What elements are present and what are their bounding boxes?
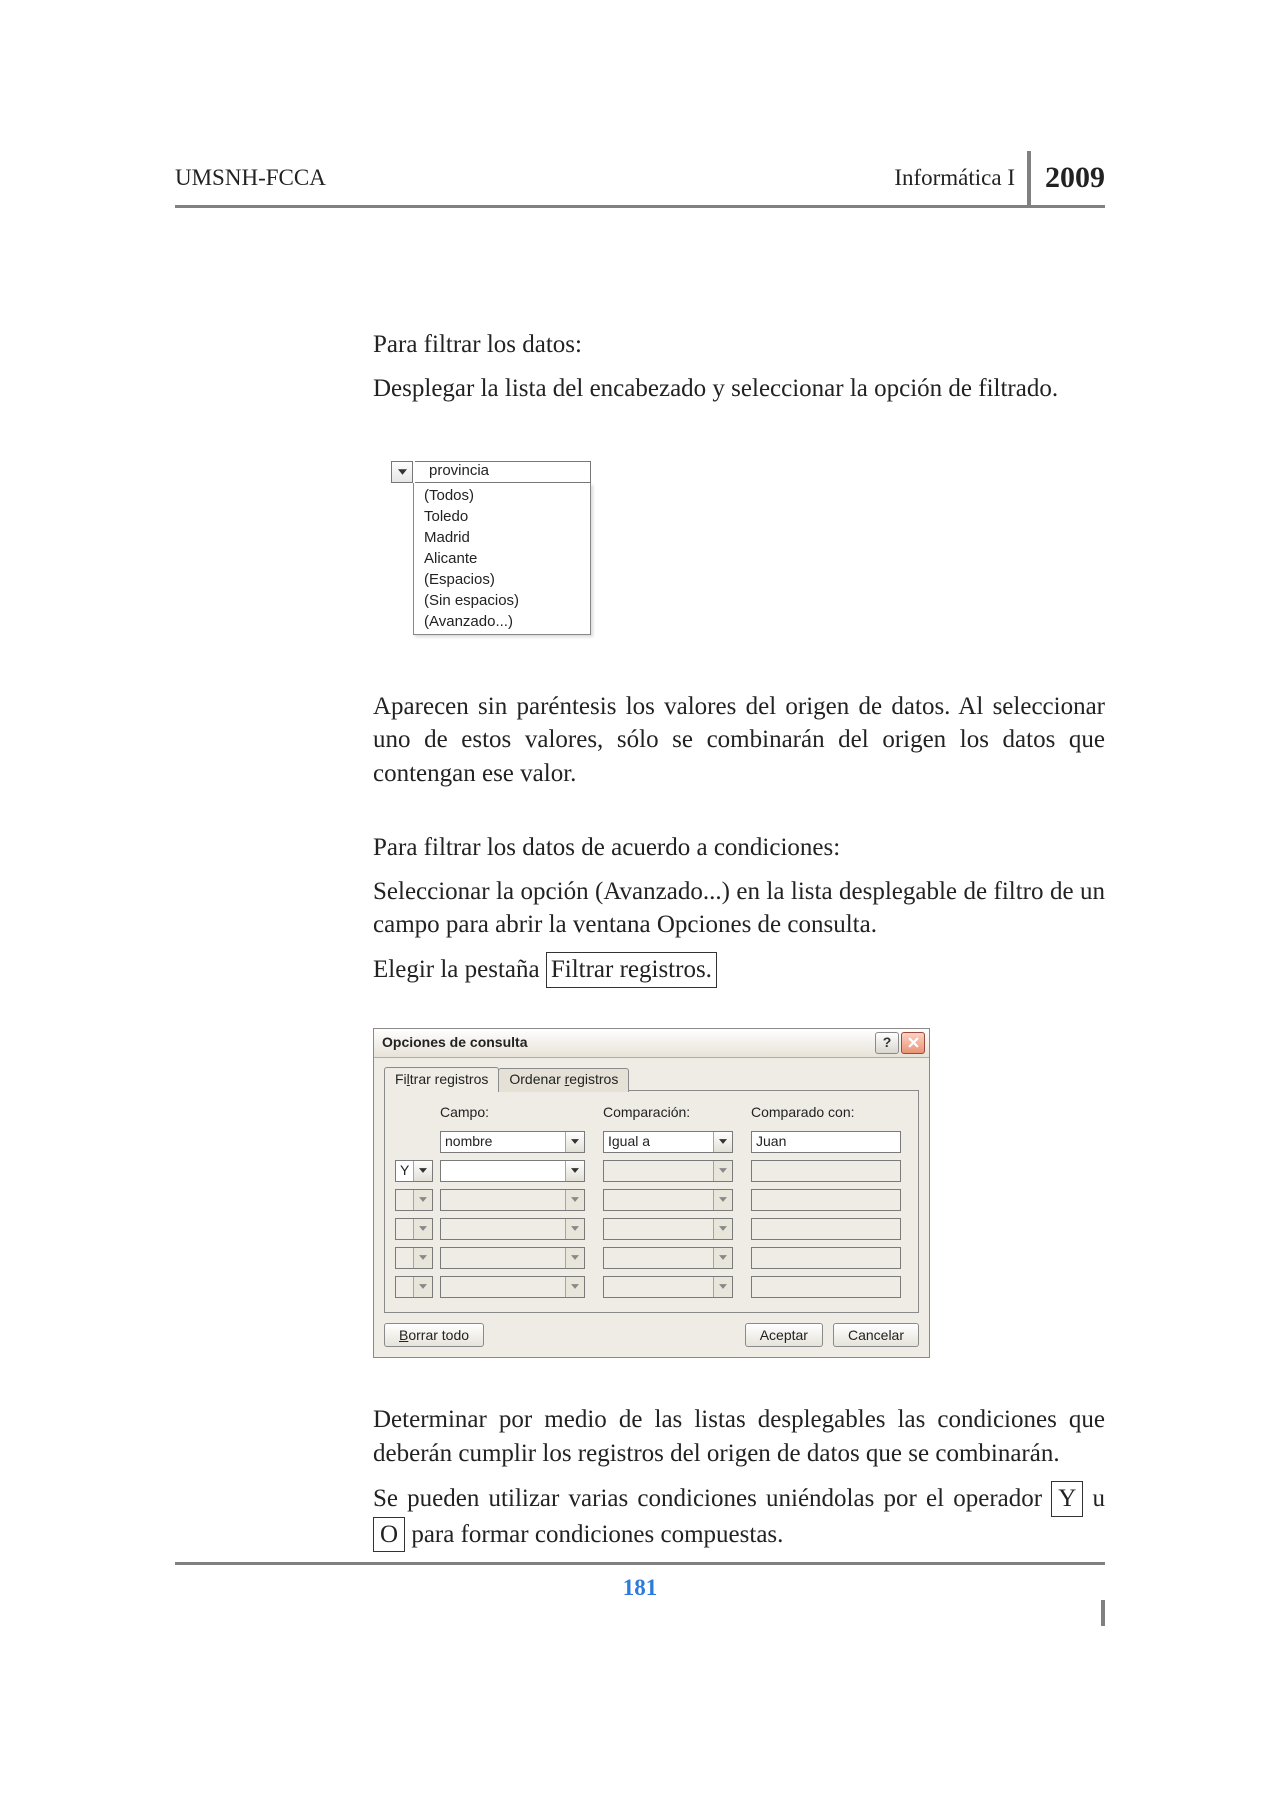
chevron-down-icon	[398, 469, 407, 475]
paragraph: Elegir la pestaña Filtrar registros.	[373, 952, 1105, 988]
chevron-down-icon	[419, 1226, 427, 1231]
dropdown-item[interactable]: (Sin espacios)	[414, 590, 590, 611]
comparison-select-disabled	[603, 1160, 733, 1182]
dropdown-item[interactable]: (Avanzado...)	[414, 611, 590, 632]
paragraph: Seleccionar la opción (Avanzado...) en l…	[373, 875, 1105, 943]
value-input-disabled	[751, 1218, 901, 1240]
page-footer: 181	[175, 1562, 1105, 1601]
paragraph: Se pueden utilizar varias condiciones un…	[373, 1481, 1105, 1553]
chevron-down-icon	[571, 1197, 579, 1202]
logic-select[interactable]: Y	[395, 1160, 433, 1182]
chevron-down-icon	[571, 1255, 579, 1260]
field-select[interactable]	[440, 1160, 585, 1182]
clear-all-button[interactable]: Borrar todo	[384, 1323, 484, 1348]
footer-tick	[1101, 1600, 1105, 1626]
chevron-down-icon	[419, 1168, 427, 1173]
logic-select-disabled	[395, 1189, 433, 1211]
dropdown-toggle-button[interactable]	[391, 461, 413, 483]
close-icon	[908, 1037, 919, 1048]
header-course: Informática I	[894, 165, 1015, 205]
text: Se pueden utilizar varias condiciones un…	[373, 1485, 1051, 1512]
chevron-down-icon	[571, 1139, 579, 1144]
chevron-down-icon	[719, 1255, 727, 1260]
logic-select-disabled	[395, 1218, 433, 1240]
value-input-disabled	[751, 1189, 901, 1211]
tab-sort-records[interactable]: Ordenar registros	[498, 1068, 629, 1092]
paragraph: Aparecen sin paréntesis los valores del …	[373, 690, 1105, 791]
operator-box-o: O	[373, 1517, 405, 1553]
text: para formar condiciones compuestas.	[405, 1521, 783, 1548]
dropdown-header-label: provincia	[429, 461, 489, 481]
dropdown-item[interactable]: Alicante	[414, 548, 590, 569]
field-select-disabled	[440, 1276, 585, 1298]
dropdown-item[interactable]: Madrid	[414, 527, 590, 548]
page-number: 181	[623, 1575, 658, 1600]
column-label-comparison: Comparación:	[603, 1103, 733, 1124]
help-button[interactable]: ?	[875, 1032, 899, 1054]
chevron-down-icon	[419, 1284, 427, 1289]
page-header: UMSNH-FCCA Informática I 2009	[175, 155, 1105, 208]
chevron-down-icon	[419, 1197, 427, 1202]
filter-dropdown-figure: provincia (Todos) Toledo Madrid Alicante…	[391, 461, 591, 635]
close-button[interactable]	[901, 1032, 925, 1054]
paragraph: Desplegar la lista del encabezado y sele…	[373, 372, 1105, 406]
filter-panel: Campo: Comparación: Comparado con: nombr…	[384, 1090, 919, 1313]
chevron-down-icon	[719, 1168, 727, 1173]
comparison-select[interactable]: Igual a	[603, 1131, 733, 1153]
chevron-down-icon	[571, 1168, 579, 1173]
dialog-titlebar: Opciones de consulta ?	[374, 1029, 929, 1058]
comparison-select-disabled	[603, 1189, 733, 1211]
tab-filter-records[interactable]: Filtrar registros	[384, 1067, 499, 1091]
query-options-dialog: Opciones de consulta ? Filtrar registros…	[373, 1028, 930, 1359]
chevron-down-icon	[719, 1197, 727, 1202]
chevron-down-icon	[571, 1226, 579, 1231]
text: u	[1083, 1485, 1105, 1512]
paragraph: Determinar por medio de las listas despl…	[373, 1403, 1105, 1471]
dropdown-item[interactable]: (Espacios)	[414, 569, 590, 590]
text: Elegir la pestaña	[373, 956, 546, 983]
comparison-select-disabled	[603, 1276, 733, 1298]
paragraph: Para filtrar los datos:	[373, 328, 1105, 362]
dropdown-list: (Todos) Toledo Madrid Alicante (Espacios…	[413, 483, 591, 635]
chevron-down-icon	[419, 1255, 427, 1260]
column-label-value: Comparado con:	[751, 1103, 901, 1124]
ok-button[interactable]: Aceptar	[745, 1323, 823, 1348]
cancel-button[interactable]: Cancelar	[833, 1323, 919, 1348]
value-input-disabled	[751, 1276, 901, 1298]
operator-box-y: Y	[1051, 1481, 1083, 1517]
dialog-tabs: Filtrar registros Ordenar registros	[384, 1066, 919, 1090]
value-input-disabled	[751, 1160, 901, 1182]
chevron-down-icon	[571, 1284, 579, 1289]
header-institution: UMSNH-FCCA	[175, 165, 326, 191]
logic-select-disabled	[395, 1276, 433, 1298]
tab-name-box: Filtrar registros.	[546, 952, 717, 988]
value-input-disabled	[751, 1247, 901, 1269]
logic-select-disabled	[395, 1247, 433, 1269]
dropdown-item[interactable]: Toledo	[414, 506, 590, 527]
chevron-down-icon	[719, 1284, 727, 1289]
comparison-select-disabled	[603, 1247, 733, 1269]
header-year: 2009	[1027, 151, 1105, 205]
paragraph: Para filtrar los datos de acuerdo a cond…	[373, 831, 1105, 865]
comparison-select-disabled	[603, 1218, 733, 1240]
help-icon: ?	[883, 1033, 892, 1052]
dropdown-item[interactable]: (Todos)	[414, 485, 590, 506]
page-content: Para filtrar los datos: Desplegar la lis…	[373, 208, 1105, 1552]
field-select-disabled	[440, 1189, 585, 1211]
field-select-disabled	[440, 1218, 585, 1240]
chevron-down-icon	[719, 1139, 727, 1144]
dialog-title: Opciones de consulta	[382, 1033, 875, 1052]
chevron-down-icon	[719, 1226, 727, 1231]
column-label-field: Campo:	[440, 1103, 585, 1124]
value-input[interactable]: Juan	[751, 1131, 901, 1153]
field-select-disabled	[440, 1247, 585, 1269]
field-select[interactable]: nombre	[440, 1131, 585, 1153]
